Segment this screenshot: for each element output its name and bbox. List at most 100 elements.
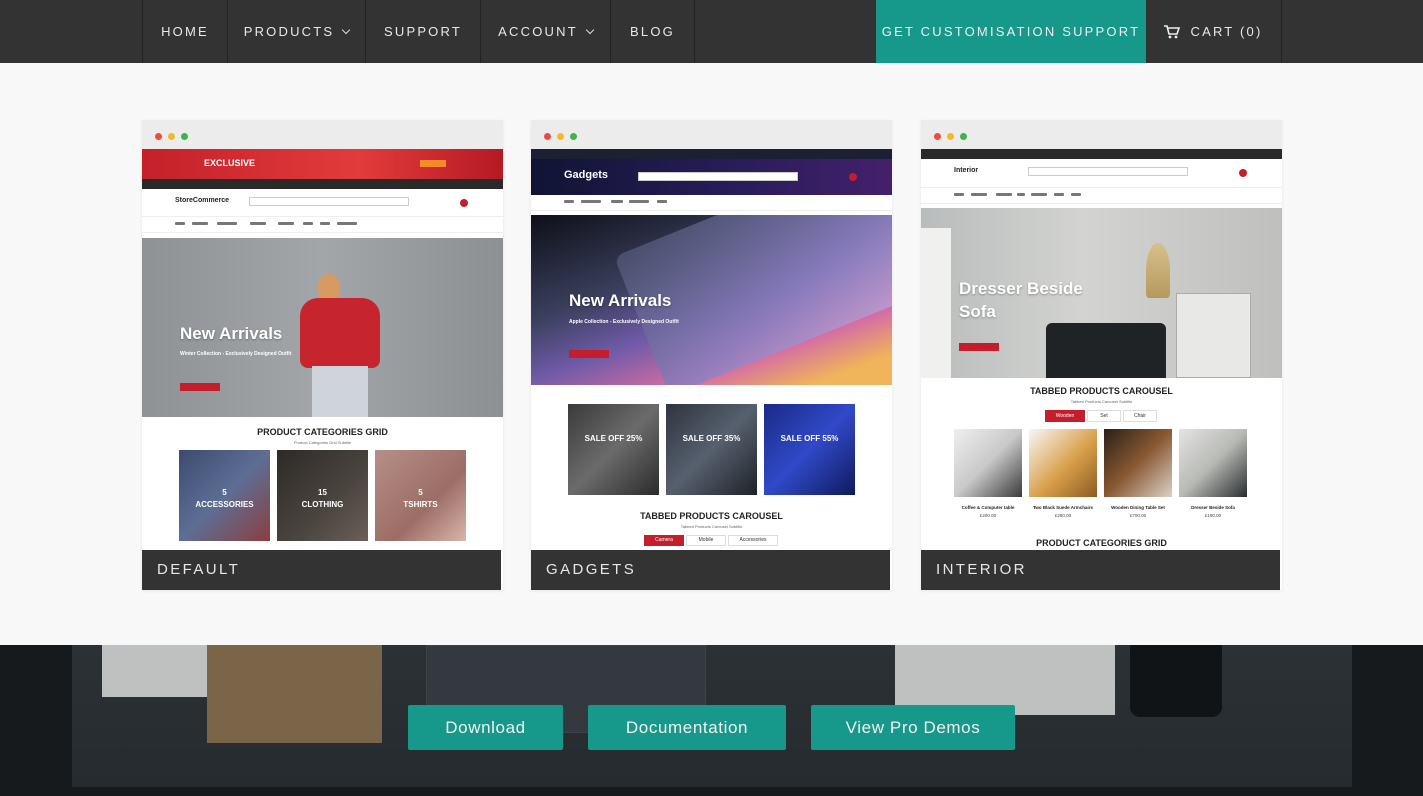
mini-header: StoreCommerce	[142, 189, 503, 217]
mini-menu	[142, 217, 503, 233]
promo-button	[420, 160, 446, 167]
sale-tile-text: SALE OFF 25%	[584, 434, 643, 443]
hero-person-jeans	[312, 366, 368, 417]
demo-card-interior[interactable]: Interior Dresser Beside Sofa TABBED PROD…	[921, 120, 1282, 590]
demo-showcase: EXCLUSIVE StoreCommerce New Arrivals Win…	[0, 63, 1423, 645]
section-title: TABBED PRODUCTS CAROUSEL	[640, 511, 783, 521]
nav-products[interactable]: PRODUCTS	[227, 0, 365, 63]
customisation-support-button[interactable]: GET CUSTOMISATION SUPPORT	[876, 0, 1146, 63]
cart-button[interactable]: CART (0)	[1146, 0, 1282, 63]
tab-camera: Camera	[644, 535, 684, 546]
nav-home[interactable]: HOME	[142, 0, 227, 63]
chevron-down-icon	[585, 25, 595, 34]
product-name: Coffee & Computer table	[961, 505, 1015, 510]
product-price: £200.00	[979, 513, 997, 518]
demo-screenshot-default: EXCLUSIVE StoreCommerce New Arrivals Win…	[142, 149, 503, 550]
nav-products-label: PRODUCTS	[243, 24, 335, 39]
section-subtitle: Product Categories Grid Subtitle	[293, 440, 352, 445]
maximize-dot-icon	[181, 133, 188, 140]
section-subtitle: Tabbed Products Carousel Subtitle	[1070, 399, 1133, 404]
hero-sofa	[1046, 323, 1166, 378]
mini-cart-icon	[460, 199, 468, 207]
promo-text: EXCLUSIVE	[204, 158, 256, 168]
download-button[interactable]: Download	[408, 705, 563, 750]
tab-accessories: Accessories	[728, 535, 778, 546]
sale-tile: SALE OFF 35%	[666, 404, 757, 495]
sale-tile-text: SALE OFF 55%	[780, 434, 839, 443]
mini-hero: Dresser Beside Sofa	[921, 208, 1282, 378]
mini-header: Interior	[921, 159, 1282, 188]
product-name: Dresser Beside Sofa	[1191, 505, 1235, 510]
product-price: £250.00	[1054, 513, 1072, 518]
mini-search	[249, 197, 409, 206]
hero-subtitle: Apple Collection - Exclusively Designed …	[569, 319, 679, 325]
product-price: £190.00	[1204, 513, 1222, 518]
tile-name: TSHIRTS	[403, 500, 438, 509]
mini-search	[638, 172, 798, 181]
view-pro-demos-button[interactable]: View Pro Demos	[811, 705, 1015, 750]
promo-banner: EXCLUSIVE	[142, 149, 503, 179]
tile-name: ACCESSORIES	[195, 500, 254, 509]
tile-count: 5	[418, 488, 423, 497]
demo-label: DEFAULT	[142, 550, 501, 590]
tile-name: CLOTHING	[301, 500, 344, 509]
maximize-dot-icon	[570, 133, 577, 140]
nav-support-label: SUPPORT	[383, 24, 462, 39]
hero-person-sweater	[300, 298, 380, 368]
section-title: TABBED PRODUCTS CAROUSEL	[1030, 386, 1173, 396]
demo-screenshot-interior: Interior Dresser Beside Sofa TABBED PROD…	[921, 149, 1282, 550]
minimize-dot-icon	[168, 133, 175, 140]
hero-title-line1: Dresser Beside	[959, 279, 1083, 298]
product-image	[1104, 429, 1172, 497]
desk-notepad	[102, 645, 207, 697]
hero-title-line2: Sofa	[959, 302, 996, 321]
documentation-button[interactable]: Documentation	[588, 705, 786, 750]
demo-card-gadgets[interactable]: Gadgets New Arrivals Apple Collection - …	[531, 120, 892, 590]
product-image	[1179, 429, 1247, 497]
mini-menu	[531, 195, 892, 211]
browser-bar	[142, 120, 503, 149]
browser-bar	[531, 120, 892, 149]
sale-tile: SALE OFF 55%	[764, 404, 855, 495]
hero-shop-button	[180, 383, 220, 391]
product-image	[954, 429, 1022, 497]
mini-cart-icon	[1239, 169, 1247, 177]
tab-chair: Chair	[1123, 410, 1157, 422]
category-tile: 5 ACCESSORIES	[179, 450, 270, 541]
nav-blog-label: BLOG	[630, 24, 675, 39]
nav-account-label: ACCOUNT	[498, 24, 578, 39]
minimize-dot-icon	[557, 133, 564, 140]
hero-title: New Arrivals	[180, 324, 283, 343]
mini-menu	[921, 188, 1282, 204]
mini-site-name: Gadgets	[564, 169, 609, 181]
hero-subtitle: Winter Collection - Exclusively Designed…	[180, 351, 292, 357]
mini-topbar	[531, 149, 892, 159]
hero-person-head	[318, 274, 340, 300]
demo-label: INTERIOR	[921, 550, 1280, 590]
maximize-dot-icon	[960, 133, 967, 140]
close-dot-icon	[155, 133, 162, 140]
browser-bar	[921, 120, 1282, 149]
desk-phone	[1130, 645, 1222, 717]
hero-dresser	[1176, 293, 1251, 378]
product-name: Two Black Suede Armchairs	[1032, 505, 1094, 510]
mini-topbar	[142, 179, 503, 189]
hero-plant	[1146, 243, 1170, 298]
product-price: £700.00	[1129, 513, 1147, 518]
mini-header: Gadgets	[531, 159, 892, 195]
mini-hero: New Arrivals Winter Collection - Exclusi…	[142, 238, 503, 417]
nav-support[interactable]: SUPPORT	[365, 0, 480, 63]
section-title: PRODUCT CATEGORIES GRID	[257, 427, 388, 437]
section2-title: PRODUCT CATEGORIES GRID	[1036, 538, 1167, 548]
cart-icon	[1164, 24, 1181, 38]
nav-blog[interactable]: BLOG	[610, 0, 695, 63]
close-dot-icon	[934, 133, 941, 140]
nav-account[interactable]: ACCOUNT	[480, 0, 610, 63]
mini-hero: New Arrivals Apple Collection - Exclusiv…	[531, 215, 892, 385]
tile-count: 15	[318, 488, 327, 497]
demo-card-default[interactable]: EXCLUSIVE StoreCommerce New Arrivals Win…	[142, 120, 503, 590]
nav-home-label: HOME	[161, 24, 209, 39]
close-dot-icon	[544, 133, 551, 140]
chevron-down-icon	[342, 25, 351, 34]
sale-tile: SALE OFF 25%	[568, 404, 659, 495]
